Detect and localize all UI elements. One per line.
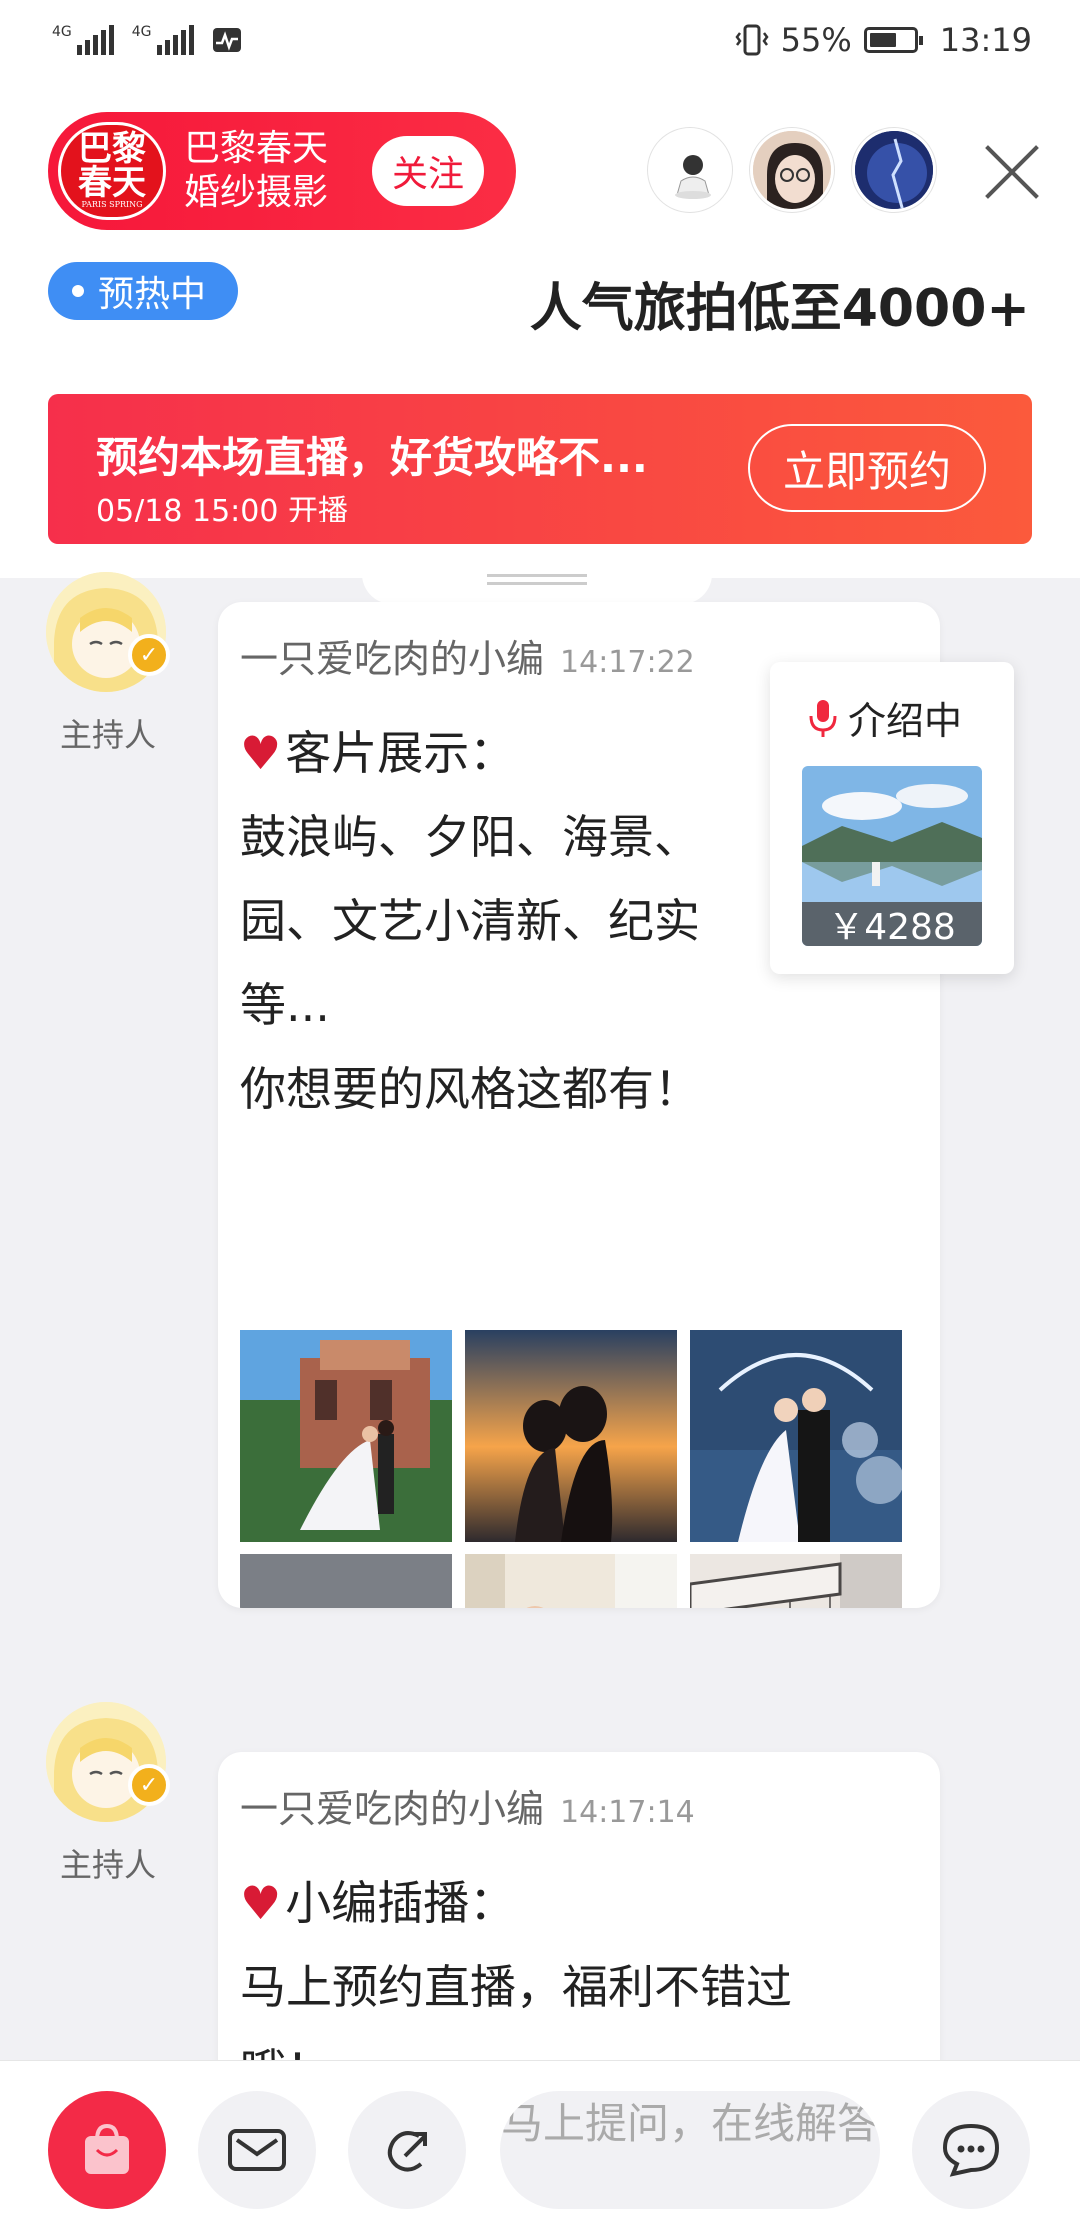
message-time: 14:17:22	[560, 645, 695, 680]
viewer-avatar[interactable]	[750, 128, 834, 212]
introducing-label: 介绍中	[808, 690, 962, 745]
status-left: 4G 4G	[52, 25, 242, 55]
wedding-photo[interactable]	[465, 1330, 677, 1542]
message-author: 一只爱吃肉的小编	[240, 1787, 545, 1831]
shopping-bag-button[interactable]	[48, 2091, 166, 2209]
status-badge: 预热中	[48, 262, 238, 320]
message-bubble: 一只爱吃肉的小编 14:17:14 ♥小编插播： 马上预约直播，福利不错过 哦！	[218, 1752, 940, 2112]
chat-button[interactable]	[912, 2091, 1030, 2209]
reserve-now-button[interactable]: 立即预约	[748, 424, 986, 512]
wedding-photo[interactable]	[240, 1330, 452, 1542]
store-name: 巴黎春天婚纱摄影	[184, 128, 329, 213]
reserve-title: 预约本场直播，好货攻略不...	[96, 433, 648, 482]
store-logo: 巴黎 春天 PARIS SPRING	[58, 122, 166, 220]
mail-icon	[228, 2129, 286, 2171]
close-icon[interactable]	[980, 140, 1044, 204]
microphone-icon	[809, 699, 837, 737]
host-info: ✓ 主持人	[46, 1702, 170, 1886]
product-thumbnail[interactable]: ￥4288	[802, 766, 982, 946]
message-line: 客片展示：	[285, 726, 516, 780]
signal-icon: 4G	[52, 25, 114, 55]
store-pill[interactable]: 巴黎 春天 PARIS SPRING 巴黎春天婚纱摄影 关注	[48, 112, 516, 230]
status-badge-label: 预热中	[98, 274, 207, 315]
message-line: 你想要的风格这都有！	[240, 1062, 700, 1116]
viewer-avatar[interactable]	[852, 128, 936, 212]
status-dot-icon	[72, 285, 84, 297]
wedding-photo[interactable]	[465, 1554, 677, 1608]
promo-title: 人气旅拍低至4000+	[529, 279, 1030, 339]
wedding-photo[interactable]	[690, 1330, 902, 1542]
status-bar: 4G 4G 55% 13:19	[0, 0, 1080, 80]
activity-icon	[212, 28, 241, 52]
drawer-handle[interactable]	[362, 574, 712, 604]
clock: 13:19	[939, 21, 1032, 59]
follow-button[interactable]: 关注	[372, 136, 484, 206]
photo-grid	[240, 1330, 902, 1608]
verified-icon: ✓	[128, 634, 170, 676]
introducing-text: 介绍中	[848, 699, 963, 743]
verified-icon: ✓	[128, 1764, 170, 1806]
share-button[interactable]	[348, 2091, 466, 2209]
reserve-start-time: 05/18 15:00 开播	[96, 494, 348, 522]
product-price: ￥4288	[802, 902, 982, 946]
message-line: 等...	[240, 978, 330, 1032]
status-right: 55% 13:19	[735, 21, 1032, 59]
introducing-product-card[interactable]: 介绍中 ￥4288	[770, 662, 1014, 974]
message-line: 小编插播：	[285, 1876, 516, 1930]
bottom-toolbar: 马上提问，在线解答	[0, 2060, 1080, 2240]
heart-icon: ♥	[240, 726, 282, 780]
wedding-photo[interactable]	[690, 1554, 902, 1608]
host-label: 主持人	[59, 716, 156, 754]
share-icon	[387, 2131, 427, 2172]
battery-icon	[863, 27, 923, 53]
viewer-avatar[interactable]	[648, 128, 732, 212]
battery-percent: 55%	[780, 21, 852, 59]
store-logo-text-1: 巴黎	[78, 129, 146, 169]
message-button[interactable]	[198, 2091, 316, 2209]
live-header: 巴黎 春天 PARIS SPRING 巴黎春天婚纱摄影 关注 预热中 人气旅拍低…	[0, 80, 1080, 578]
heart-icon: ♥	[240, 1876, 282, 1930]
message-time: 14:17:14	[560, 1795, 695, 1830]
store-logo-text-2: 春天	[78, 163, 146, 203]
signal-icon-2: 4G	[132, 25, 194, 55]
shopping-bag-icon	[85, 2123, 129, 2174]
wedding-photo[interactable]	[240, 1554, 452, 1608]
vibrate-icon	[735, 24, 769, 56]
host-label: 主持人	[59, 1846, 156, 1884]
network-type-1: 4G	[52, 24, 72, 40]
network-type-2: 4G	[131, 24, 152, 40]
reserve-banner[interactable]: 预约本场直播，好货攻略不... 05/18 15:00 开播 立即预约	[48, 394, 1032, 544]
host-info: ✓ 主持人	[46, 572, 170, 756]
message-author: 一只爱吃肉的小编	[240, 637, 545, 681]
message-line: 马上预约直播，福利不错过	[240, 1960, 792, 2014]
chat-bubble-icon	[942, 2123, 1000, 2177]
message-header: 一只爱吃肉的小编 14:17:14	[240, 1778, 940, 1833]
store-logo-subtext: PARIS SPRING	[81, 200, 143, 209]
ask-question-input[interactable]: 马上提问，在线解答	[500, 2091, 880, 2209]
